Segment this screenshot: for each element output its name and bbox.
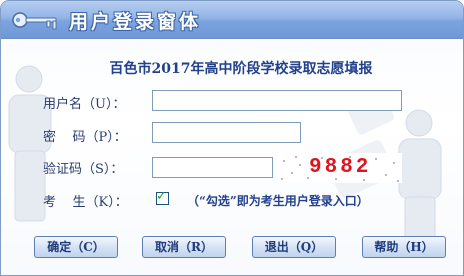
password-label: 密 码（P）： xyxy=(43,130,127,145)
confirm-button[interactable]: 确定（C） xyxy=(34,236,118,258)
candidate-label: 考 生（K）： xyxy=(43,195,128,210)
username-input[interactable] xyxy=(152,90,402,111)
verify-code-label: 验证码（S）： xyxy=(43,162,124,177)
window-title: 用户登录窗体 xyxy=(69,11,202,33)
username-label: 用户名（U）： xyxy=(43,97,126,112)
exit-button[interactable]: 退出（Q） xyxy=(252,236,336,258)
verify-code-input[interactable] xyxy=(152,157,273,178)
candidate-checkbox[interactable]: ✓ xyxy=(156,189,169,205)
form-heading: 百色市2017年高中阶段学校录取志愿填报 xyxy=(109,61,373,77)
title-bar: 用户登录窗体 xyxy=(1,1,463,39)
cancel-button[interactable]: 取消（R） xyxy=(142,236,226,258)
captcha-image[interactable]: 9882 xyxy=(278,153,402,183)
help-button[interactable]: 帮助（H） xyxy=(362,236,446,258)
login-window: 用户登录窗体 百色市2017年高中阶段学校录取志愿填报 用户名（U）： 密 码（… xyxy=(0,0,464,276)
key-icon xyxy=(12,12,57,30)
candidate-hint: （“勾选”即为考生用户登录入口） xyxy=(187,194,369,208)
captcha-code: 9882 xyxy=(309,156,372,179)
checkmark-icon: ✓ xyxy=(156,189,167,204)
password-input[interactable] xyxy=(152,122,301,143)
